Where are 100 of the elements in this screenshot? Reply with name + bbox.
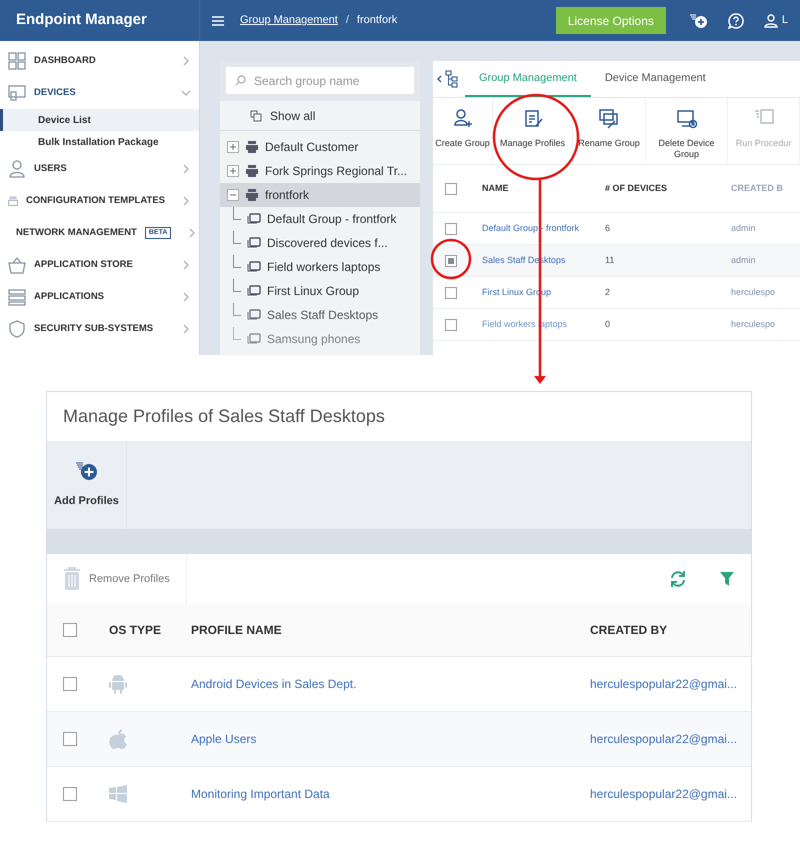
profile-link[interactable]: Android Devices in Sales Dept. — [191, 675, 590, 693]
printer-icon — [245, 141, 259, 153]
monitor-icon — [247, 213, 261, 225]
groups-icon — [250, 110, 262, 122]
windows-icon — [109, 785, 127, 803]
user-plus-icon — [452, 108, 474, 130]
column-header[interactable]: OS TYPE — [109, 621, 191, 639]
monitor-icon — [247, 237, 261, 249]
tree-branch-line — [233, 279, 241, 292]
sidebar-item[interactable]: DEVICES — [0, 77, 199, 109]
column-header[interactable]: NAME — [482, 182, 605, 196]
search-field[interactable]: Search group name — [226, 67, 414, 94]
table-cell-text: 0 — [605, 318, 612, 331]
tree-node[interactable]: First Linux Group — [220, 279, 420, 303]
checkbox[interactable] — [445, 318, 457, 330]
tree-branch-line — [233, 207, 241, 220]
user-icon[interactable] — [764, 14, 778, 28]
toolbar-button[interactable]: Delete Device Group — [646, 98, 728, 164]
expand-icon[interactable] — [227, 141, 239, 153]
column-header[interactable]: # OF DEVICES — [605, 182, 731, 196]
monitors-pen-icon — [598, 108, 620, 130]
profile-link[interactable]: Monitoring Important Data — [191, 785, 590, 803]
sidebar-item[interactable]: CONFIGURATION TEMPLATES — [0, 185, 199, 217]
tree-node[interactable]: Sales Staff Desktops — [220, 303, 420, 327]
tab[interactable]: Device Management — [590, 61, 720, 97]
tree-node[interactable]: frontfork — [220, 183, 420, 207]
monitor-icon — [8, 84, 26, 102]
trash-icon — [63, 567, 81, 591]
toolbar-button[interactable]: Rename Group — [573, 98, 646, 164]
filter-icon[interactable] — [719, 571, 735, 587]
tree-node[interactable]: Default Customer — [220, 135, 420, 159]
table-cell-text: 6 — [605, 222, 612, 235]
help-icon[interactable] — [728, 12, 744, 28]
column-header[interactable]: PROFILE NAME — [191, 621, 590, 639]
sidebar-item[interactable]: APPLICATIONS — [0, 281, 199, 313]
printer-icon — [245, 189, 259, 201]
sidebar-item[interactable]: APPLICATION STORE — [0, 249, 199, 281]
checkbox[interactable] — [63, 623, 77, 637]
show-all-button[interactable]: Show all — [220, 101, 420, 131]
monitor-icon — [247, 333, 261, 345]
tree-node[interactable]: Field workers laptops — [220, 255, 420, 279]
sidebar-subitem[interactable]: Device List — [0, 109, 199, 131]
profile-link[interactable]: Apple Users — [191, 730, 590, 748]
search-icon — [235, 75, 246, 86]
sidebar-item[interactable]: DASHBOARD — [0, 45, 199, 77]
grid-icon — [8, 52, 26, 70]
breadcrumb-current: frontfork — [356, 13, 398, 28]
monitor-icon — [247, 261, 261, 273]
collapse-icon[interactable] — [227, 189, 239, 201]
sidebar-subitem[interactable]: Bulk Installation Package — [0, 131, 199, 153]
table-cell-text: herculespopular22@gmai... — [590, 731, 738, 748]
tree-branch-line — [233, 327, 241, 340]
sidebar-item[interactable]: USERS — [0, 153, 199, 185]
breadcrumb-link[interactable]: Group Management — [240, 12, 338, 29]
checkbox[interactable] — [63, 787, 77, 801]
column-header[interactable]: CREATED BY — [590, 621, 751, 639]
highlight-circle — [430, 238, 472, 280]
table-cell-text: herculespopular22@gmai... — [590, 786, 738, 803]
app-title: Endpoint Manager — [16, 10, 147, 30]
checkbox[interactable] — [445, 182, 457, 194]
tree-node[interactable]: Discovered devices f... — [220, 231, 420, 255]
android-icon — [109, 673, 127, 695]
tree-branch-line — [233, 231, 241, 244]
table-cell-text: herculespo — [731, 318, 776, 331]
group-link[interactable]: Default Group - frontfork — [482, 222, 605, 236]
tree-branch-line — [233, 303, 241, 316]
tree-node[interactable]: Default Group - frontfork — [220, 207, 420, 231]
breadcrumb-separator: / — [344, 13, 350, 28]
basket-icon — [8, 256, 26, 274]
toolbar-button[interactable]: Create Group — [433, 98, 493, 164]
checkbox[interactable] — [63, 677, 77, 691]
apple-icon — [109, 729, 127, 749]
user-name[interactable]: L — [782, 12, 788, 29]
checkbox[interactable] — [445, 222, 457, 234]
add-profile-icon — [76, 460, 98, 481]
add-icon[interactable] — [690, 12, 708, 28]
sidebar-item[interactable]: SECURITY SUB-SYSTEMS — [0, 313, 199, 345]
table-cell-text: herculespopular22@gmai... — [590, 676, 738, 693]
table-cell-text: 2 — [605, 286, 612, 299]
stack-icon — [8, 288, 26, 306]
monitor-x-icon — [676, 108, 698, 130]
shield-icon — [8, 320, 26, 338]
tree-node[interactable]: Samsung phones — [220, 327, 420, 351]
checkbox[interactable] — [445, 254, 457, 266]
refresh-icon[interactable] — [669, 570, 687, 588]
table-cell-text: admin — [731, 254, 757, 267]
printer-icon — [245, 165, 259, 177]
checkbox[interactable] — [445, 286, 457, 298]
expand-icon[interactable] — [227, 165, 239, 177]
tree-node[interactable]: Fork Springs Regional Tr... — [220, 159, 420, 183]
table-cell-text: 11 — [605, 254, 616, 267]
monitor-icon — [247, 309, 261, 321]
toolbar-button[interactable]: Manage Profiles — [493, 98, 573, 164]
checkbox[interactable] — [63, 732, 77, 746]
monitor-icon — [247, 285, 261, 297]
dialog-title: Manage Profiles of Sales Staff Desktops — [63, 405, 385, 428]
menu-icon[interactable] — [212, 16, 224, 26]
table-cell-text: herculespo — [731, 286, 776, 299]
user-icon — [8, 160, 26, 178]
tree-branch-line — [233, 255, 241, 268]
